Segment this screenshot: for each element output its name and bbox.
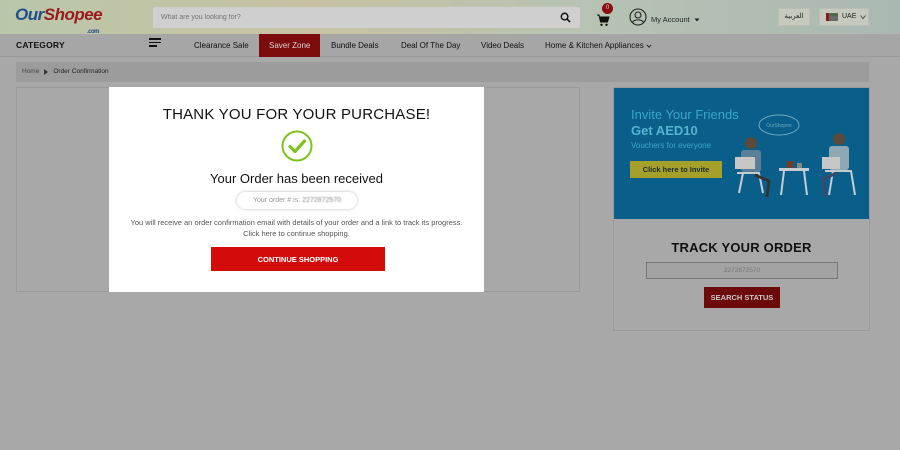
order-number-label: Your order # is: — [252, 197, 301, 204]
track-order-title: TRACK YOUR ORDER — [671, 240, 812, 255]
invite-banner[interactable]: Invite Your Friends Get AED10 Vouchers f… — [614, 88, 869, 219]
modal-title: THANK YOU FOR YOUR PURCHASE! — [162, 106, 431, 123]
nav-home-kitchen[interactable]: Home & Kitchen Appliances — [545, 34, 652, 57]
nav-home-kitchen-label: Home & Kitchen Appliances — [545, 41, 644, 50]
banner-line2: Get AED10 — [631, 123, 698, 138]
chevron-down-icon — [646, 44, 652, 48]
cart-count-badge: 0 — [602, 3, 613, 14]
order-number-badge: Your order # is: 2272872570 — [237, 192, 357, 209]
invite-button[interactable]: Click here to Invite — [630, 161, 722, 178]
region-label: UAE — [842, 13, 857, 20]
breadcrumb-arrow-icon — [44, 68, 49, 75]
top-header: OurShopee .com 0 My Account العربية — [0, 0, 900, 35]
search-status-button[interactable]: SEARCH STATUS — [704, 287, 780, 308]
track-order-box: TRACK YOUR ORDER SEARCH STATUS — [614, 219, 869, 330]
category-label[interactable]: CATEGORY — [16, 40, 65, 50]
main-nav: CATEGORY Clearance Sale Saver Zone Bundl… — [0, 34, 900, 57]
friends-illustration-icon: OurShopee — [735, 114, 856, 198]
breadcrumb-home[interactable]: Home — [22, 68, 39, 75]
account-label: My Account — [651, 15, 690, 24]
account-menu[interactable]: My Account — [629, 6, 700, 28]
menu-icon[interactable] — [149, 36, 161, 47]
continue-shopping-button[interactable]: CONTINUE SHOPPING — [211, 247, 385, 271]
search-bar — [153, 7, 580, 28]
track-order-input[interactable] — [646, 262, 838, 279]
uae-flag-icon — [826, 13, 838, 21]
language-switch[interactable]: العربية — [778, 8, 810, 26]
region-select[interactable]: UAE — [819, 8, 869, 26]
confirmation-message-line1: You will receive an order confirmation e… — [130, 218, 463, 227]
nav-video-deals[interactable]: Video Deals — [481, 34, 524, 57]
order-received-text: Your Order has been received — [210, 171, 383, 186]
order-number: 2272872570 — [302, 197, 342, 204]
cart-button[interactable]: 0 — [595, 3, 613, 27]
sidebar: Invite Your Friends Get AED10 Vouchers f… — [613, 87, 870, 331]
banner-line3: Vouchers for everyone — [631, 141, 712, 150]
nav-saver-zone[interactable]: Saver Zone — [259, 34, 321, 57]
nav-clearance-sale[interactable]: Clearance Sale — [194, 34, 249, 57]
site-logo[interactable]: OurShopee .com — [15, 5, 103, 35]
search-icon — [560, 12, 571, 23]
confirmation-message: You will receive an order confirmation e… — [109, 217, 484, 239]
nav-deal-of-the-day[interactable]: Deal Of The Day — [401, 34, 460, 57]
banner-line1: Invite Your Friends — [631, 107, 739, 122]
continue-shopping-link[interactable]: Click here to continue shopping. — [109, 228, 484, 239]
breadcrumb-current: Order Confirmation — [53, 68, 109, 75]
order-confirmation-modal: THANK YOU FOR YOUR PURCHASE! Your Order … — [109, 87, 484, 292]
user-icon — [629, 8, 647, 26]
search-input[interactable] — [153, 7, 551, 28]
nav-bundle-deals[interactable]: Bundle Deals — [331, 34, 379, 57]
breadcrumb: Home Order Confirmation — [16, 62, 869, 82]
cart-icon — [597, 14, 610, 26]
chevron-down-icon — [860, 15, 867, 20]
checkmark-icon — [281, 130, 313, 162]
bubble-text: OurShopee — [766, 123, 792, 129]
chevron-down-icon — [694, 18, 700, 21]
search-button[interactable] — [550, 7, 580, 28]
